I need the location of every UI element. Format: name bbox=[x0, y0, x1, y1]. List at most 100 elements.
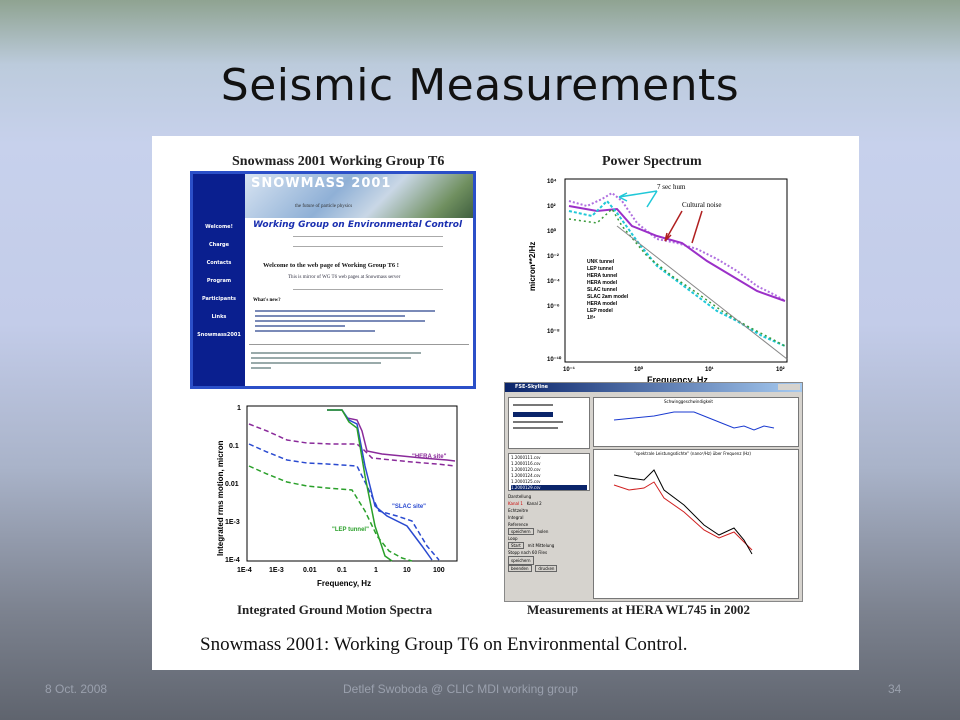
fse-skyline-window: FSE-Skyline 1.2000111.csv 1.2000116.csv … bbox=[504, 382, 803, 602]
integral-checkbox[interactable]: Integral bbox=[508, 514, 588, 521]
slide-number: 34 bbox=[888, 682, 902, 696]
nav-item[interactable]: Snowmass2001 bbox=[193, 332, 245, 338]
im-ytick: 0.1 bbox=[229, 443, 239, 450]
divider bbox=[293, 289, 443, 290]
integrated-motion-chart: Integrated rms motion, micron Frequency,… bbox=[216, 405, 458, 588]
velocity-plot: Schwinggeschwindigkeit bbox=[593, 397, 799, 447]
nav-item[interactable]: Participants bbox=[193, 296, 245, 302]
ps-xtick: 10⁰ bbox=[634, 366, 644, 373]
im-xtick: 1 bbox=[374, 567, 378, 574]
control-group: Darstellung Kanal 1 Kanal 2 Echtzeitre I… bbox=[508, 493, 588, 572]
file-list[interactable]: 1.2000111.csv 1.2000116.csv 1.2000120.cs… bbox=[508, 453, 590, 491]
ps-ylabel: micron**2/Hz bbox=[528, 242, 537, 291]
ps-ytick: 10⁻¹⁰ bbox=[547, 356, 562, 363]
noise-label: Cultural noise bbox=[682, 201, 721, 209]
banner-subtitle: the future of particle physics bbox=[295, 204, 353, 209]
caption-right: Measurements at HERA WL745 in 2002 bbox=[527, 602, 751, 617]
im-ytick: 1E-3 bbox=[225, 519, 240, 526]
ps-ytick: 10⁻⁸ bbox=[547, 329, 560, 335]
im-xtick: 1E-4 bbox=[237, 567, 252, 574]
channel2-checkbox[interactable]: Kanal 2 bbox=[527, 501, 542, 506]
legend-entry: LEP tunnel bbox=[587, 266, 614, 272]
channel1-checkbox[interactable]: Kanal 1 bbox=[508, 501, 523, 506]
store-button[interactable]: speichern bbox=[508, 556, 534, 565]
website-banner: SNOWMASS 2001 the future of particle phy… bbox=[245, 174, 473, 218]
im-ytick: 1E-4 bbox=[225, 557, 240, 564]
footer-date: 8 Oct. 2008 bbox=[45, 682, 108, 696]
mirror-note: This is mirror of WG T6 web pages at Sno… bbox=[288, 275, 401, 280]
legend-entry: HERA model bbox=[587, 301, 618, 307]
display-group-label: Darstellung bbox=[508, 494, 532, 499]
lep-tunnel-label: "LEP tunnel" bbox=[332, 527, 369, 533]
im-ytick: 0.01 bbox=[225, 481, 239, 488]
heading-right: Power Spectrum bbox=[602, 154, 702, 169]
figure-footer-caption: Snowmass 2001: Working Group T6 on Envir… bbox=[200, 634, 688, 655]
start-button[interactable]: Start bbox=[508, 542, 524, 549]
legend-entry: HERA model bbox=[587, 280, 618, 286]
psd-plot: "spektrale Leistungsdichte" (nano²/Hz) ü… bbox=[593, 449, 799, 599]
banner-title: SNOWMASS 2001 bbox=[251, 176, 392, 191]
divider bbox=[293, 236, 443, 237]
psd-channel2-trace bbox=[613, 469, 753, 555]
nav-item[interactable]: Links bbox=[193, 314, 245, 320]
velocity-trace bbox=[613, 411, 775, 431]
im-xlabel: Frequency, Hz bbox=[317, 579, 371, 588]
ps-ytick: 10⁴ bbox=[547, 179, 557, 185]
nav-item[interactable]: Program bbox=[193, 278, 245, 284]
file-item[interactable]: 1.2000124.csv bbox=[511, 473, 587, 478]
file-item[interactable]: 1.2000125.csv bbox=[511, 479, 587, 484]
end-button[interactable]: beenden bbox=[508, 565, 532, 572]
im-ytick: 1 bbox=[237, 405, 241, 412]
window-controls[interactable] bbox=[778, 384, 800, 390]
figure-panel: Snowmass 2001 Working Group T6 Power Spe… bbox=[152, 136, 859, 670]
stop-after-button[interactable]: Stopp nach 60 Files bbox=[508, 549, 588, 556]
im-xtick: 100 bbox=[433, 567, 445, 574]
footer-author: Detlef Swoboda @ CLIC MDI working group bbox=[343, 682, 578, 696]
ps-ytick: 10⁻² bbox=[547, 253, 559, 260]
ps-xtick: 10² bbox=[776, 366, 785, 373]
news-list bbox=[255, 307, 455, 335]
welcome-text: Welcome to the web page of Working Group… bbox=[263, 262, 399, 269]
file-item[interactable]: 1.2000111.csv bbox=[511, 455, 587, 460]
average-checkbox[interactable]: mit Mittelung bbox=[528, 543, 555, 548]
ps-xtick: 10⁻¹ bbox=[563, 366, 575, 373]
divider bbox=[293, 246, 443, 247]
loop-group-label: Loop bbox=[508, 536, 518, 541]
window-title: FSE-Skyline bbox=[515, 384, 549, 390]
folder-tree[interactable] bbox=[508, 397, 590, 449]
im-xtick: 0.1 bbox=[337, 567, 347, 574]
legend-entry: LEP model bbox=[587, 308, 613, 314]
legend-entry: UNK tunnel bbox=[587, 259, 615, 265]
divider bbox=[249, 344, 469, 345]
scale-checkbox[interactable]: Echtzeitre bbox=[508, 507, 588, 514]
legend-entry: SLAC tunnel bbox=[587, 287, 618, 293]
hera-site-label: "HERA site" bbox=[412, 454, 447, 460]
power-spectrum-chart: micron**2/Hz Frequency, Hz 10⁴ 10² 10⁰ 1… bbox=[528, 178, 788, 385]
caption-left: Integrated Ground Motion Spectra bbox=[237, 602, 433, 617]
legend-entry: SLAC 2am model bbox=[587, 294, 629, 300]
print-button[interactable]: drucken bbox=[535, 565, 558, 572]
file-item[interactable]: 1.2000129.csv bbox=[511, 485, 587, 490]
psd-channel1-trace bbox=[613, 481, 753, 551]
ps-ytick: 10⁻⁶ bbox=[547, 304, 560, 310]
file-item[interactable]: 1.2000116.csv bbox=[511, 461, 587, 466]
page-footer-lines bbox=[251, 349, 451, 372]
im-ylabel: Integrated rms motion, micron bbox=[216, 440, 225, 556]
ps-ytick: 10⁻⁴ bbox=[547, 279, 560, 285]
ps-ytick: 10² bbox=[547, 203, 556, 210]
legend-entry: HERA tunnel bbox=[587, 273, 618, 279]
nav-item[interactable]: Welcome! bbox=[193, 224, 245, 230]
hum-label: 7 sec hum bbox=[657, 183, 686, 191]
file-item[interactable]: 1.2000120.csv bbox=[511, 467, 587, 472]
im-xtick: 10 bbox=[403, 567, 411, 574]
ps-ytick: 10⁰ bbox=[547, 228, 557, 235]
nav-item[interactable]: Charge bbox=[193, 242, 245, 248]
load-button[interactable]: holen bbox=[537, 529, 548, 534]
reference-group-label: Reference bbox=[508, 522, 529, 527]
legend-entry: 1/f⁴ bbox=[587, 315, 596, 321]
heading-left: Snowmass 2001 Working Group T6 bbox=[232, 154, 445, 169]
slide-title: Seismic Measurements bbox=[220, 60, 740, 111]
nav-item[interactable]: Contacts bbox=[193, 260, 245, 266]
whats-new: What's new? bbox=[253, 298, 281, 303]
save-button[interactable]: speichern bbox=[508, 528, 534, 535]
